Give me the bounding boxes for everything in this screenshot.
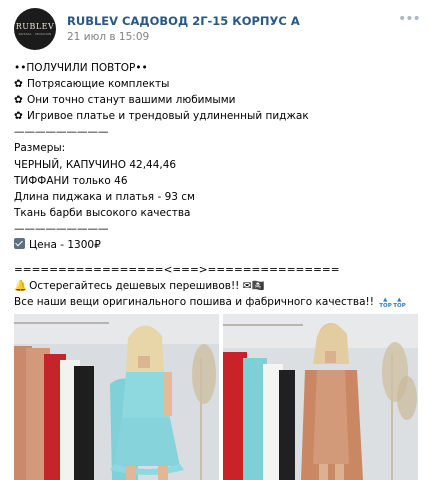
top-arrow-icon: ▲ TOP [379,297,392,310]
more-dots-icon[interactable]: ••• [398,12,421,26]
price-line: Цена - 1300₽ [14,237,418,253]
quality-line: Все наши вещи оригинального пошива и фаб… [14,296,406,310]
post-line: ✿ Потрясающие комплекты [14,76,418,92]
envelope-pirate-flag-icon: ✉🏴‍☠️ [242,280,265,293]
post-line: ••ПОЛУЧИЛИ ПОВТОР•• [14,62,148,74]
author-name-link[interactable]: RUBLEV САДОВОД 2Г-15 КОРПУС А [67,14,300,28]
post-photos [14,314,418,480]
avatar[interactable]: RUBLEV ROSSIA · MOSCOW [14,8,56,50]
post-photo-2[interactable] [223,314,418,480]
avatar-logo-text: RUBLEV [15,22,55,31]
post-header: RUBLEV ROSSIA · MOSCOW RUBLEV САДОВОД 2Г… [14,8,421,52]
post-line: ЧЕРНЫЙ, КАПУЧИНО 42,44,46 [14,158,177,171]
photo-1-image [14,314,219,480]
separator-line: =================<===>=============== [14,264,340,277]
divider-line: ————————— [14,126,109,139]
post-line: ✿ Они точно станут вашими любимыми [14,92,418,108]
bell-icon: 🔔 [14,280,28,293]
post-line: ✿ Игривое платье и трендовый удлиненный п… [14,108,418,124]
post-date-link[interactable]: 21 июл в 15:09 [67,31,149,43]
flower-icon: ✿ [14,78,23,91]
post-photo-1[interactable] [14,314,219,480]
photo-2-image [223,314,418,480]
avatar-logo-subtext: ROSSIA · MOSCOW [18,32,52,36]
post-line: Длина пиджака и платья - 93 см [14,190,195,203]
post-line: ТИФФАНИ только 46 [14,174,128,187]
checkbox-icon [14,238,25,250]
post-line: Ткань барби высокого качества [14,206,191,219]
top-arrow-icon: ▲ TOP [393,297,406,310]
divider-line: ————————— [14,222,109,235]
flower-icon: ✿ [14,110,23,123]
post-text: ••ПОЛУЧИЛИ ПОВТОР•• ✿ Потрясающие комплек… [14,60,418,310]
flower-icon: ✿ [14,94,23,107]
warning-line: 🔔 Остерегайтесь дешевых перешивов!! ✉🏴‍☠️ [14,278,418,294]
post-line: Размеры: [14,142,66,155]
